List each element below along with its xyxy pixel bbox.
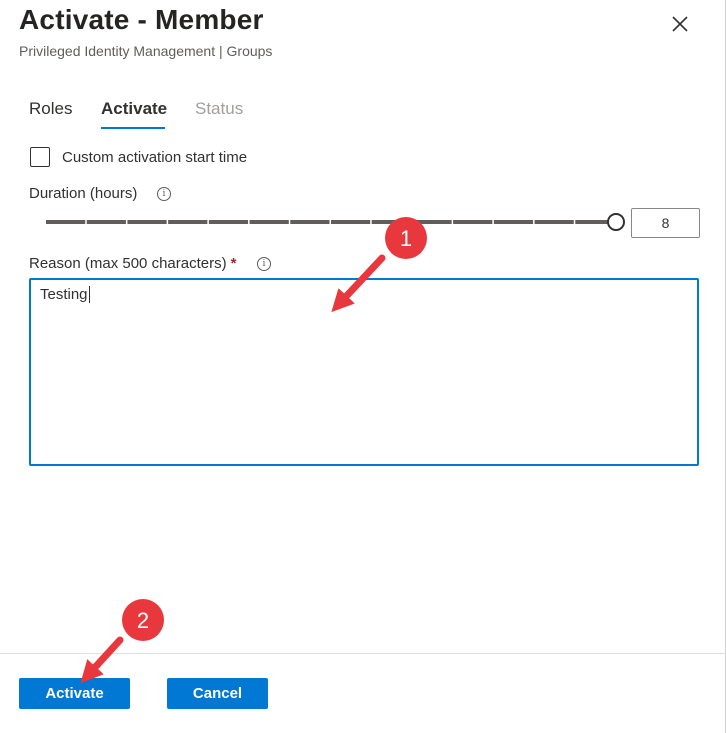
slider-segment xyxy=(493,220,534,224)
panel-title: Activate - Member xyxy=(19,4,264,35)
duration-input[interactable]: 8 xyxy=(631,208,700,238)
slider-segment xyxy=(208,220,249,224)
annotation-badge-2: 2 xyxy=(122,599,164,641)
reason-text: Testing xyxy=(40,286,88,303)
text-caret xyxy=(88,286,90,303)
duration-label: Duration (hours) xyxy=(29,185,138,202)
footer-divider xyxy=(0,653,726,654)
duration-slider[interactable] xyxy=(42,208,628,236)
reason-label: Reason (max 500 characters) xyxy=(29,255,227,272)
slider-segment xyxy=(412,220,452,224)
annotation-arrow-2 xyxy=(80,636,124,684)
custom-start-time-label[interactable]: Custom activation start time xyxy=(62,149,247,166)
slider-segment xyxy=(371,220,411,224)
required-indicator: * xyxy=(230,255,237,272)
slider-segment xyxy=(168,220,208,224)
info-icon[interactable]: i xyxy=(257,257,271,271)
reason-label-row: Reason (max 500 characters) * xyxy=(29,255,236,272)
reason-textarea[interactable]: Testing xyxy=(29,278,699,466)
slider-segment xyxy=(86,220,126,224)
info-icon[interactable]: i xyxy=(157,187,171,201)
tab-activate[interactable]: Activate xyxy=(101,99,167,119)
cancel-button[interactable]: Cancel xyxy=(167,678,268,709)
tab-roles[interactable]: Roles xyxy=(29,99,72,119)
tab-selected-indicator xyxy=(101,127,165,129)
slider-thumb[interactable] xyxy=(607,213,625,231)
custom-start-time-checkbox[interactable] xyxy=(30,147,50,167)
custom-start-time-row[interactable]: Custom activation start time xyxy=(30,146,247,168)
slider-segment xyxy=(534,220,574,224)
tab-status[interactable]: Status xyxy=(195,99,243,119)
close-icon[interactable] xyxy=(668,12,692,36)
slider-segment xyxy=(290,220,330,224)
slider-segment xyxy=(331,220,371,224)
annotation-number-2: 2 xyxy=(137,608,149,633)
slider-segment xyxy=(46,220,86,224)
slider-segment xyxy=(453,220,493,224)
slider-track xyxy=(46,220,615,224)
activate-button[interactable]: Activate xyxy=(19,678,130,709)
panel-subtitle: Privileged Identity Management | Groups xyxy=(19,43,273,59)
slider-segment xyxy=(249,220,289,224)
activate-member-panel: Activate - Member Privileged Identity Ma… xyxy=(0,0,726,733)
slider-segment xyxy=(127,220,167,224)
